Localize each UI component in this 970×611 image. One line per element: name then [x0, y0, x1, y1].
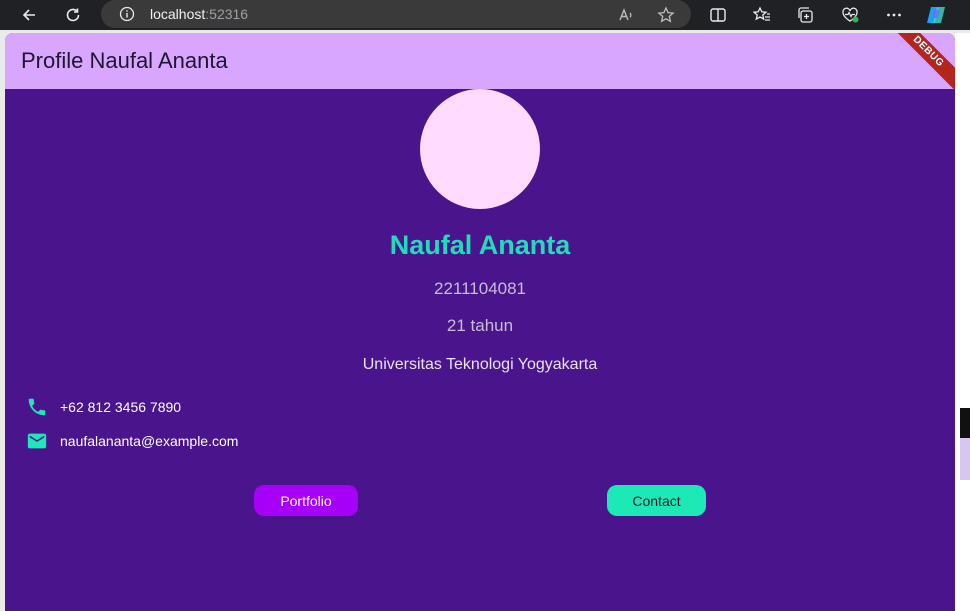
app-window: Profile Naufal Ananta DEBUG Naufal Anant… — [5, 33, 955, 611]
profile-nim: 2211104081 — [433, 279, 527, 298]
url-text: localhost:52316 — [150, 6, 248, 22]
phone-icon — [26, 396, 48, 418]
email-row: naufalananta@example.com — [26, 430, 238, 452]
profile-age: 21 tahun — [446, 316, 514, 335]
copilot-icon[interactable] — [925, 4, 947, 26]
contact-button[interactable]: Contact — [607, 485, 706, 516]
back-arrow-icon[interactable] — [18, 4, 40, 26]
portfolio-button[interactable]: Portfolio — [254, 485, 358, 516]
background-lilac-strip — [960, 438, 970, 480]
url-port: :52316 — [205, 6, 249, 22]
split-screen-icon[interactable] — [707, 4, 729, 26]
refresh-icon[interactable] — [62, 4, 84, 26]
profile-name: Naufal Ananta — [389, 230, 571, 260]
url-host: localhost — [150, 6, 206, 22]
phone-row: +62 812 3456 7890 — [26, 396, 181, 418]
profile-university: Universitas Teknologi Yogyakarta — [362, 356, 598, 373]
collections-icon[interactable] — [795, 4, 817, 26]
app-bar: Profile Naufal Ananta — [5, 33, 955, 89]
page-area: Profile Naufal Ananta DEBUG Naufal Anant… — [0, 30, 970, 611]
site-info-icon[interactable] — [117, 4, 137, 24]
background-window — [955, 33, 970, 611]
browser-essentials-icon[interactable] — [839, 4, 861, 26]
email-text: naufalananta@example.com — [60, 433, 239, 449]
read-aloud-icon[interactable] — [615, 4, 637, 26]
phone-text: +62 812 3456 7890 — [60, 399, 182, 415]
avatar — [420, 89, 540, 209]
favorite-star-icon[interactable] — [655, 4, 677, 26]
page-title: Profile Naufal Ananta — [21, 48, 228, 73]
favorites-icon[interactable] — [751, 4, 773, 26]
browser-toolbar: localhost:52316 — [0, 0, 970, 30]
email-icon — [26, 430, 48, 452]
address-bar[interactable]: localhost:52316 — [101, 0, 691, 28]
background-dark-strip — [960, 408, 970, 438]
more-options-icon[interactable] — [883, 4, 905, 26]
